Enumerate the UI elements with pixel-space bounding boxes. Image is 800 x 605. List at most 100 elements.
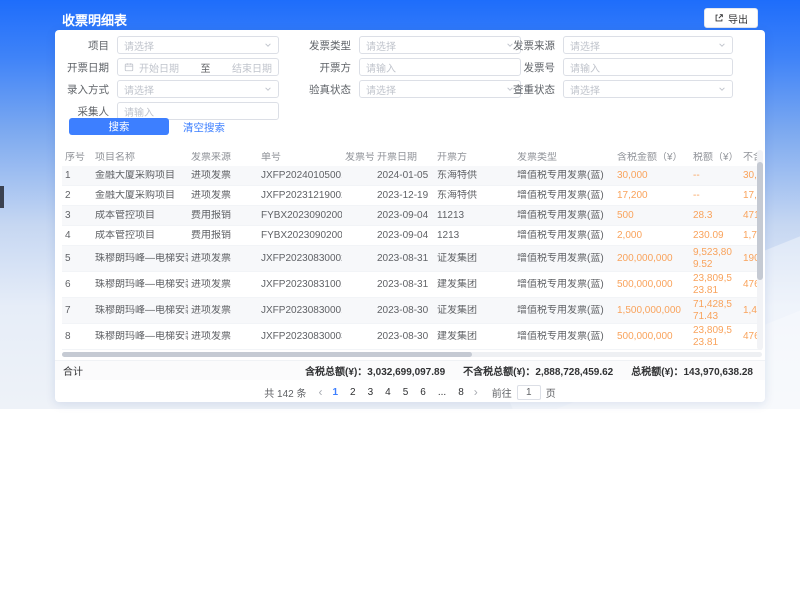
total-with-tax: 含税总额(¥)：3,032,699,097.89 [305, 363, 445, 378]
cell-amount: 500 [614, 210, 690, 222]
sum-label: 合计 [55, 363, 83, 378]
cell-project: 成本管控项目 [92, 210, 188, 222]
date-range-picker[interactable]: 开始日期 至 结束日期 [117, 58, 279, 76]
verify-status-select[interactable]: 请选择 [359, 80, 521, 98]
page-number-4[interactable]: 4 [383, 387, 393, 398]
entry-method-select[interactable]: 请选择 [117, 80, 279, 98]
clear-search-link[interactable]: 清空搜索 [183, 120, 225, 135]
cell-source: 费用报销 [188, 210, 258, 222]
cell-issuer: 东海特供 [434, 190, 514, 202]
page-list: 123456...8 [330, 387, 465, 398]
cell-tax: -- [690, 190, 740, 202]
prev-page-button[interactable]: ‹ [318, 387, 322, 397]
invoice-type-select[interactable]: 请选择 [359, 36, 521, 54]
cell-project: 成本管控项目 [92, 230, 188, 242]
table-header-row: 序号项目名称发票来源单号发票号开票日期开票方发票类型含税金额（¥）税额（¥）不含… [62, 150, 762, 166]
cell-type: 增值税专用发票(蓝) [514, 230, 614, 242]
cell-seq: 1 [62, 170, 92, 182]
export-button[interactable]: 导出 [704, 8, 758, 28]
page-number-3[interactable]: 3 [366, 387, 376, 398]
calendar-icon [124, 62, 134, 72]
cell-type: 增值税专用发票(蓝) [514, 279, 614, 291]
issuer-placeholder: 请输入 [366, 60, 396, 75]
cell-order_no: FYBX20230902003 [258, 210, 342, 222]
pagination: 共 142 条 ‹ 123456...8 › 前往 页 [55, 383, 765, 401]
invoice-type-placeholder: 请选择 [366, 38, 396, 53]
table-row: 6珠穆朗玛峰—电梯安装进项发票JXFP202308310012023-08-31… [62, 272, 762, 298]
issuer-label: 开票方 [301, 60, 359, 75]
cell-order_no: JXFP20230830001 [258, 305, 342, 317]
cell-amount: 1,500,000,000 [614, 305, 690, 317]
cell-date: 2023-08-31 [374, 279, 434, 291]
column-header: 发票类型 [514, 152, 614, 164]
dup-check-select[interactable]: 请选择 [563, 80, 733, 98]
table-body: 1金融大厦采购项目进项发票JXFP202401050012024-01-05东海… [62, 166, 762, 350]
date-range-separator: 至 [201, 60, 211, 75]
verify-status-placeholder: 请选择 [366, 82, 396, 97]
cell-source: 进项发票 [188, 305, 258, 317]
chevron-down-icon [264, 41, 272, 49]
table-row: 2金融大厦采购项目进项发票JXFP202312190022023-12-19东海… [62, 186, 762, 206]
cell-source: 费用报销 [188, 230, 258, 242]
goto-page-input[interactable] [517, 385, 541, 400]
cell-seq: 2 [62, 190, 92, 202]
goto-suffix: 页 [546, 385, 556, 400]
table-row: 5珠穆朗玛峰—电梯安装进项发票JXFP202308300022023-08-31… [62, 246, 762, 272]
collector-label: 采集人 [59, 104, 117, 119]
next-page-button[interactable]: › [474, 387, 478, 397]
invoice-source-select[interactable]: 请选择 [563, 36, 733, 54]
cell-tax: 28.3 [690, 210, 740, 222]
filter-dup-check-status: 查重状态 请选择 [505, 80, 733, 98]
filter-entry-method: 录入方式 请选择 [59, 80, 279, 98]
invoice-type-label: 发票类型 [301, 38, 359, 53]
filter-invoice-type: 发票类型 请选择 [301, 36, 521, 54]
project-select[interactable]: 请选择 [117, 36, 279, 54]
totals-group: 含税总额(¥)：3,032,699,097.89 不含税总额(¥)：2,888,… [305, 363, 765, 378]
column-header: 单号 [258, 152, 342, 164]
export-icon [714, 13, 724, 23]
cell-type: 增值税专用发票(蓝) [514, 190, 614, 202]
column-header: 开票日期 [374, 152, 434, 164]
cell-type: 增值税专用发票(蓝) [514, 210, 614, 222]
project-label: 项目 [59, 38, 117, 53]
page-number-8[interactable]: 8 [456, 387, 466, 398]
vertical-scrollbar[interactable] [757, 150, 763, 350]
invoice-source-label: 发票来源 [505, 38, 563, 53]
horizontal-scrollbar-thumb[interactable] [62, 352, 472, 357]
invoice-source-placeholder: 请选择 [570, 38, 600, 53]
export-label: 导出 [728, 11, 748, 26]
cell-date: 2023-08-31 [374, 253, 434, 265]
vertical-scrollbar-thumb[interactable] [757, 162, 763, 280]
entry-method-placeholder: 请选择 [124, 82, 154, 97]
cell-order_no: JXFP20240105001 [258, 170, 342, 182]
page-number-1[interactable]: 1 [330, 387, 340, 398]
cell-tax: 23,809,523.81 [690, 273, 740, 296]
cell-amount: 2,000 [614, 230, 690, 242]
cell-tax: 230.09 [690, 230, 740, 242]
table-row: 8珠穆朗玛峰—电梯安装进项发票JXFP202308300032023-08-30… [62, 324, 762, 350]
cell-seq: 7 [62, 305, 92, 317]
page-number-5[interactable]: 5 [401, 387, 411, 398]
date-end-input[interactable]: 结束日期 [232, 60, 272, 75]
page-number-6[interactable]: 6 [418, 387, 428, 398]
cell-type: 增值税专用发票(蓝) [514, 331, 614, 343]
chevron-down-icon [718, 85, 726, 93]
table-row: 3成本管控项目费用报销FYBX202309020032023-09-041121… [62, 206, 762, 226]
collector-placeholder: 请输入 [124, 104, 154, 119]
cell-project: 珠穆朗玛峰—电梯安装 [92, 253, 188, 265]
horizontal-scrollbar[interactable] [62, 352, 762, 357]
cell-amount: 500,000,000 [614, 279, 690, 291]
issuer-input[interactable]: 请输入 [359, 58, 521, 76]
cell-seq: 4 [62, 230, 92, 242]
cell-order_no: JXFP20230830003 [258, 331, 342, 343]
cell-type: 增值税专用发票(蓝) [514, 305, 614, 317]
invoice-no-input[interactable]: 请输入 [563, 58, 733, 76]
date-start-input[interactable]: 开始日期 [139, 60, 179, 75]
cell-issuer: 1213 [434, 230, 514, 242]
cell-type: 增值税专用发票(蓝) [514, 170, 614, 182]
search-button[interactable]: 搜索 [69, 118, 169, 135]
cell-order_no: FYBX20230902003 [258, 230, 342, 242]
page-number-2[interactable]: 2 [348, 387, 358, 398]
column-header: 项目名称 [92, 152, 188, 164]
table-row: 1金融大厦采购项目进项发票JXFP202401050012024-01-05东海… [62, 166, 762, 186]
